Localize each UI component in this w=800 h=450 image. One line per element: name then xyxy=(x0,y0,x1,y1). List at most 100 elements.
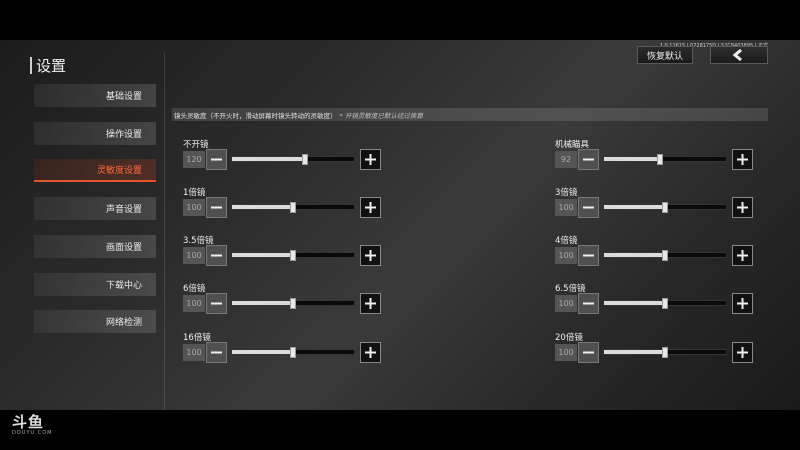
sensitivity-slider-row: 6倍镜 100 xyxy=(183,282,383,322)
sidebar-item-downloads[interactable]: 下载中心 xyxy=(34,273,156,296)
slider-label: 不开镜 xyxy=(183,140,209,150)
sensitivity-slider-row: 16倍镜 100 xyxy=(183,331,383,371)
section-header: 镜头灵敏度（不开火时，滑动屏幕时镜头转动的灵敏度） * 开镜灵敏度已默认经过换算 xyxy=(172,108,768,121)
slider-thumb[interactable] xyxy=(662,250,668,261)
decrease-button[interactable] xyxy=(578,293,599,314)
increase-button[interactable] xyxy=(360,245,381,266)
letterbox-bottom xyxy=(0,410,800,450)
slider-fill xyxy=(232,350,293,354)
plus-icon xyxy=(365,250,376,261)
reset-default-button[interactable]: 恢复默认 xyxy=(637,46,693,64)
page-title: 设置 xyxy=(36,57,67,75)
slider-value[interactable]: 100 xyxy=(555,247,577,264)
decrease-button[interactable] xyxy=(206,342,227,363)
minus-icon xyxy=(583,158,594,161)
slider-track[interactable] xyxy=(231,250,355,261)
slider-value[interactable]: 100 xyxy=(183,344,205,361)
slider-value[interactable]: 100 xyxy=(183,295,205,312)
plus-icon xyxy=(737,202,748,213)
sensitivity-slider-row: 20倍镜 100 xyxy=(555,331,755,371)
decrease-button[interactable] xyxy=(206,149,227,170)
douyu-watermark: 斗鱼 DOUYU.COM xyxy=(12,414,58,442)
slider-value[interactable]: 100 xyxy=(183,247,205,264)
decrease-button[interactable] xyxy=(578,149,599,170)
slider-label: 4倍镜 xyxy=(555,236,578,246)
chevron-left-icon xyxy=(732,49,742,61)
increase-button[interactable] xyxy=(732,149,753,170)
decrease-button[interactable] xyxy=(206,197,227,218)
slider-fill xyxy=(232,253,293,257)
slider-thumb[interactable] xyxy=(290,202,296,213)
section-title: 镜头灵敏度（不开火时，滑动屏幕时镜头转动的灵敏度） xyxy=(174,111,337,120)
increase-button[interactable] xyxy=(732,293,753,314)
sidebar-item-basic[interactable]: 基础设置 xyxy=(34,84,156,107)
slider-thumb[interactable] xyxy=(290,298,296,309)
decrease-button[interactable] xyxy=(578,342,599,363)
decrease-button[interactable] xyxy=(578,197,599,218)
plus-icon xyxy=(365,347,376,358)
slider-track[interactable] xyxy=(603,250,727,261)
plus-icon xyxy=(365,202,376,213)
increase-button[interactable] xyxy=(732,342,753,363)
sidebar-item-sensitivity[interactable]: 灵敏度设置 xyxy=(34,159,156,182)
slider-fill xyxy=(604,205,665,209)
minus-icon xyxy=(211,206,222,209)
sensitivity-slider-row: 3倍镜 100 xyxy=(555,186,755,226)
increase-button[interactable] xyxy=(732,245,753,266)
slider-track[interactable] xyxy=(603,347,727,358)
slider-value[interactable]: 100 xyxy=(183,199,205,216)
sidebar-item-graphics[interactable]: 画面设置 xyxy=(34,235,156,258)
slider-track[interactable] xyxy=(231,202,355,213)
increase-button[interactable] xyxy=(360,293,381,314)
slider-thumb[interactable] xyxy=(662,298,668,309)
back-button[interactable] xyxy=(710,46,768,64)
slider-value[interactable]: 100 xyxy=(555,199,577,216)
slider-fill xyxy=(232,301,293,305)
section-note: * 开镜灵敏度已默认经过换算 xyxy=(339,111,423,120)
slider-thumb[interactable] xyxy=(290,347,296,358)
slider-fill xyxy=(232,205,293,209)
slider-thumb[interactable] xyxy=(657,154,664,165)
sensitivity-slider-row: 不开镜 120 xyxy=(183,138,383,178)
slider-track[interactable] xyxy=(231,347,355,358)
slider-value[interactable]: 100 xyxy=(555,344,577,361)
sensitivity-slider-row: 3.5倍镜 100 xyxy=(183,234,383,274)
minus-icon xyxy=(583,206,594,209)
slider-value[interactable]: 100 xyxy=(555,295,577,312)
slider-track[interactable] xyxy=(231,154,355,165)
slider-thumb[interactable] xyxy=(662,347,668,358)
decrease-button[interactable] xyxy=(206,245,227,266)
slider-value[interactable]: 120 xyxy=(183,151,205,168)
plus-icon xyxy=(737,250,748,261)
sidebar-item-sound[interactable]: 声音设置 xyxy=(34,197,156,220)
slider-fill xyxy=(604,301,665,305)
slider-fill xyxy=(604,350,665,354)
sidebar-item-network[interactable]: 网络检测 xyxy=(34,310,156,333)
minus-icon xyxy=(211,302,222,305)
slider-track[interactable] xyxy=(603,202,727,213)
sidebar-item-controls[interactable]: 操作设置 xyxy=(34,122,156,145)
decrease-button[interactable] xyxy=(578,245,599,266)
slider-thumb[interactable] xyxy=(302,154,309,165)
slider-thumb[interactable] xyxy=(662,202,668,213)
increase-button[interactable] xyxy=(732,197,753,218)
minus-icon xyxy=(583,254,594,257)
plus-icon xyxy=(365,298,376,309)
increase-button[interactable] xyxy=(360,149,381,170)
slider-fill xyxy=(232,157,306,161)
title-accent-bar xyxy=(30,57,32,74)
slider-value[interactable]: 92 xyxy=(555,151,577,168)
increase-button[interactable] xyxy=(360,342,381,363)
slider-track[interactable] xyxy=(231,298,355,309)
slider-track[interactable] xyxy=(603,154,727,165)
slider-track[interactable] xyxy=(603,298,727,309)
minus-icon xyxy=(211,254,222,257)
increase-button[interactable] xyxy=(360,197,381,218)
sensitivity-slider-row: 1倍镜 100 xyxy=(183,186,383,226)
decrease-button[interactable] xyxy=(206,293,227,314)
page-title-wrap: 设置 xyxy=(30,55,66,76)
settings-screen: 1.0.11615 | 0728175D | 52C8403895 | 正式 恢… xyxy=(0,40,800,410)
letterbox-top xyxy=(0,0,800,40)
sensitivity-slider-row: 机械瞄具 92 xyxy=(555,138,755,178)
slider-thumb[interactable] xyxy=(290,250,296,261)
